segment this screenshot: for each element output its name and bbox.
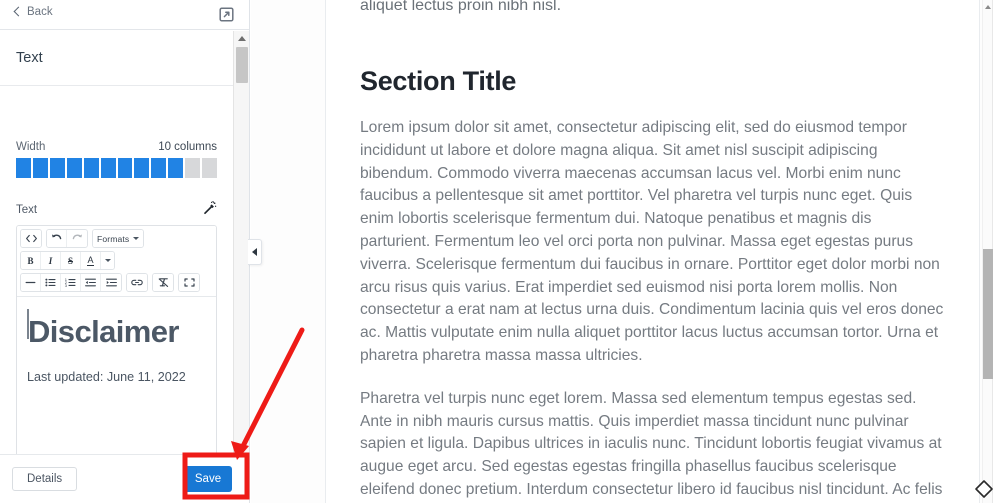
toolbar-group-link [126,273,148,292]
toolbar-group-history [46,229,88,248]
scroll-down-button[interactable] [234,440,249,454]
save-button[interactable]: Save [184,466,232,492]
document-section-title: Section Title [360,66,517,96]
document-sheet: aliquet lectus proin nibh nisl. Section … [325,0,980,503]
window-edge [992,0,1000,503]
panel-scrollbar[interactable] [233,31,249,454]
window-scrollbar[interactable] [982,0,993,503]
clear-formatting-button[interactable] [153,274,173,291]
formats-dropdown[interactable]: Formats [93,230,144,247]
scrollbar-thumb[interactable] [983,249,993,379]
properties-panel: Back Text Width 10 columns Text Formats … [0,0,250,503]
details-button[interactable]: Details [12,467,78,491]
editor-content-area[interactable]: Disclaimer Last updated: June 11, 2022 [17,297,216,469]
chevron-left-icon [252,248,257,256]
arrow-down-icon [238,444,246,450]
numbered-list-button[interactable]: 1 2 3 [61,274,81,291]
bold-button[interactable]: B [21,252,41,269]
fullscreen-button[interactable] [179,274,199,291]
bullet-list-button[interactable] [41,274,61,291]
redo-button[interactable] [67,230,87,247]
column-segment[interactable] [83,158,99,178]
column-segment[interactable] [168,158,184,178]
panel-header: Back [0,0,249,30]
document-preview-area: aliquet lectus proin nibh nisl. Section … [251,0,1000,503]
chevron-down-icon [104,259,111,262]
svg-text:3: 3 [65,283,68,288]
horizontal-rule-button[interactable] [21,274,41,291]
text-field-label: Text [16,204,38,216]
chevron-down-icon [133,237,140,240]
magic-wand-icon[interactable] [203,200,217,215]
editor-heading-text: Disclaimer [28,314,179,349]
arrow-up-icon [985,5,991,9]
scrollbar-thumb[interactable] [236,47,248,83]
panel-footer: Details Save [0,454,249,503]
column-segment[interactable] [32,158,48,178]
panel-scroll-area: Text Width 10 columns Text Formats B I S… [0,31,249,470]
italic-button[interactable]: I [41,252,61,269]
document-paragraph: Pharetra vel turpis nunc eget lorem. Mas… [360,389,943,498]
diamond-cursor-icon [975,480,993,498]
column-segment[interactable] [66,158,82,178]
chevron-left-icon [12,7,22,17]
width-column-selector[interactable] [16,158,218,178]
column-segment[interactable] [151,158,167,178]
text-color-dropdown[interactable] [101,252,114,269]
arrow-up-icon [238,35,246,41]
scroll-up-button[interactable] [234,31,249,45]
editor-subtext: Last updated: June 11, 2022 [27,370,186,384]
column-segment[interactable] [202,158,218,178]
formats-dropdown-label: Formats [97,233,130,244]
column-segment[interactable] [185,158,201,178]
column-segment[interactable] [134,158,150,178]
width-value: 10 columns [158,141,217,153]
column-segment[interactable] [117,158,133,178]
column-segment[interactable] [100,158,116,178]
back-button-label: Back [27,6,53,18]
column-segment[interactable] [49,158,65,178]
text-cursor [27,309,29,339]
editor-toolbar: Formats B I S A 1 2 3 [17,226,216,297]
toolbar-group-clear [152,273,174,292]
toolbar-group-formats: Formats [92,229,145,248]
toolbar-row-3: 1 2 3 [20,273,214,292]
document-inner: aliquet lectus proin nibh nisl. Section … [326,0,979,503]
panel-title-row: Text [0,31,233,86]
back-button[interactable]: Back [12,6,53,18]
width-label: Width [16,141,46,153]
scroll-up-button[interactable] [983,2,993,12]
indent-button[interactable] [101,274,121,291]
undo-button[interactable] [47,230,67,247]
toolbar-row-1: Formats [20,229,214,248]
text-color-button[interactable]: A [81,252,101,269]
toolbar-group-source [20,229,42,248]
outdent-button[interactable] [81,274,101,291]
insert-link-button[interactable] [127,274,147,291]
toolbar-group-fullscreen [178,273,200,292]
toolbar-group-blocks: 1 2 3 [20,273,122,292]
app-root: Back Text Width 10 columns Text Formats … [0,0,1000,503]
toolbar-row-2: B I S A [20,251,214,270]
external-link-icon[interactable] [219,7,234,22]
page-title: Text [16,50,43,66]
document-cutoff-line: aliquet lectus proin nibh nisl. [360,0,562,14]
document-paragraph: Lorem ipsum dolor sit amet, consectetur … [360,119,944,364]
toolbar-group-inline: B I S A [20,251,115,270]
strikethrough-button[interactable]: S [61,252,81,269]
rich-text-editor[interactable]: Formats B I S A 1 2 3 Disclaimer Last up… [16,225,217,470]
source-code-button[interactable] [21,230,41,247]
panel-collapse-handle[interactable] [248,239,262,265]
column-segment[interactable] [16,158,31,178]
